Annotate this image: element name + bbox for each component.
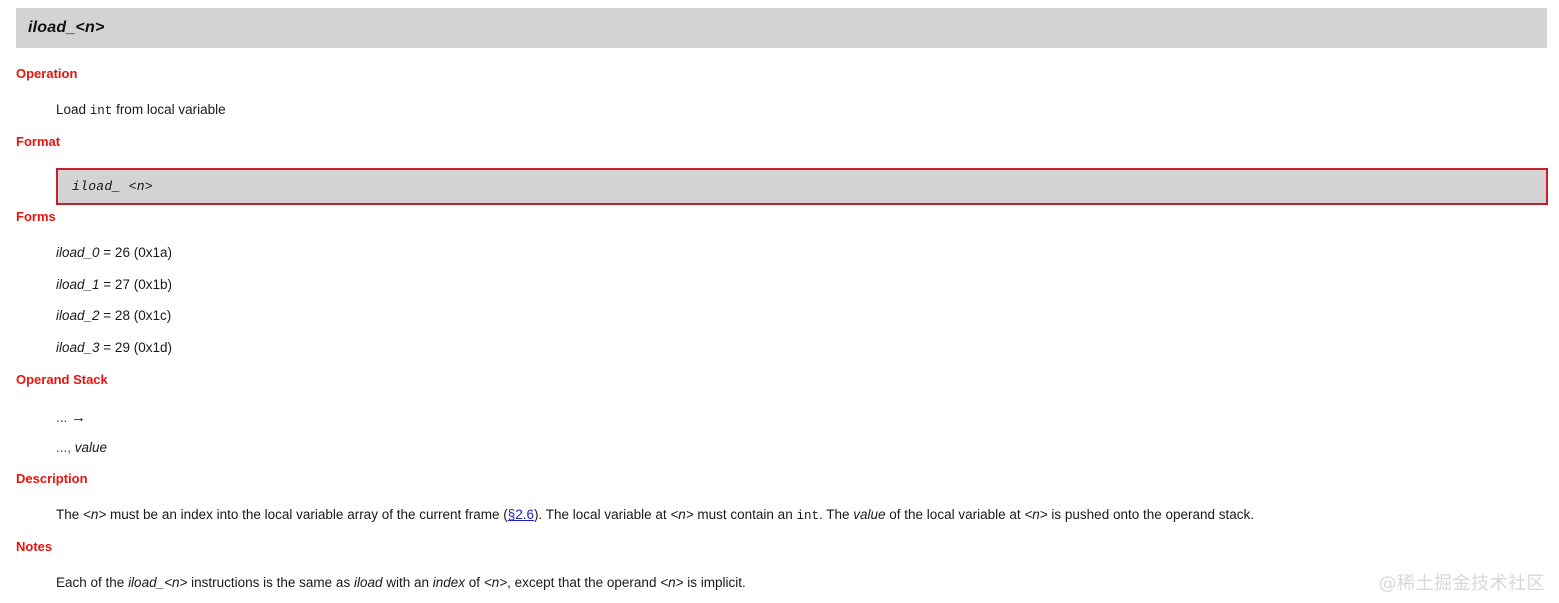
notes-text-4: of: [465, 575, 484, 590]
operand-stack-ellipsis-prefix: ...,: [56, 440, 75, 455]
site-watermark: @稀土掘金技术社区: [1378, 573, 1545, 594]
form-item-value: = 29 (0x1d): [99, 340, 172, 355]
description-paragraph: The <n> must be an index into the local …: [56, 507, 1254, 523]
notes-text-2: instructions is the same as: [187, 575, 354, 590]
format-code-box: iload_ <n>: [56, 168, 1548, 205]
section-heading-forms: Forms: [16, 209, 56, 224]
operation-text-post: from local variable: [112, 102, 226, 117]
notes-text-3: with an: [382, 575, 433, 590]
operand-stack-ellipsis: ...: [56, 410, 68, 425]
right-arrow-icon: →: [71, 409, 87, 426]
desc-value-term: value: [853, 507, 886, 522]
notes-text-6: is implicit.: [683, 575, 746, 590]
desc-text-5: . The: [818, 507, 854, 522]
section-2-6-link[interactable]: §2.6: [508, 507, 534, 522]
section-heading-notes: Notes: [16, 539, 53, 554]
notes-iload-name: iload: [353, 575, 383, 590]
desc-text-6: of the local variable at: [885, 507, 1025, 522]
section-heading-operation: Operation: [16, 66, 78, 81]
form-item: iload_0 = 26 (0x1a): [56, 245, 172, 260]
section-heading-operand-stack: Operand Stack: [16, 372, 108, 387]
form-item: iload_2 = 28 (0x1c): [56, 308, 171, 323]
desc-text-2: must be an index into the local variable…: [106, 507, 508, 522]
form-item-name: iload_3: [56, 340, 100, 355]
notes-text-1: Each of the: [56, 575, 129, 590]
form-item-value: = 26 (0x1a): [99, 245, 172, 260]
notes-n-placeholder: <n>: [483, 575, 508, 590]
notes-index-term: index: [432, 575, 466, 590]
format-code-text: iload_ <n>: [72, 179, 154, 194]
form-item-name: iload_1: [56, 277, 100, 292]
form-item: iload_1 = 27 (0x1b): [56, 277, 172, 292]
form-item-name: iload_0: [56, 245, 100, 260]
desc-text-7: is pushed onto the operand stack.: [1047, 507, 1255, 522]
section-heading-format: Format: [16, 134, 61, 149]
operand-stack-value: value: [74, 440, 108, 455]
operand-stack-before: ... →: [56, 409, 86, 426]
form-item-name: iload_2: [56, 308, 100, 323]
notes-text-5: , except that the operand: [507, 575, 661, 590]
form-item-value: = 28 (0x1c): [99, 308, 172, 323]
desc-n-placeholder: <n>: [83, 507, 107, 522]
desc-n-placeholder: <n>: [1024, 507, 1048, 522]
notes-paragraph: Each of the iload_<n> instructions is th…: [56, 575, 746, 590]
desc-n-placeholder: <n>: [670, 507, 694, 522]
page-title: iload_<n>: [28, 19, 105, 36]
operation-type-int: int: [89, 104, 113, 118]
form-item-value: = 27 (0x1b): [99, 277, 172, 292]
form-item: iload_3 = 29 (0x1d): [56, 340, 172, 355]
notes-iload-n-name: iload_: [128, 575, 165, 590]
desc-text-3: ). The local variable at: [534, 507, 671, 522]
notes-n-placeholder: <n>: [660, 575, 684, 590]
operand-stack-after: ..., value: [56, 440, 107, 455]
operation-text-pre: Load: [56, 102, 90, 117]
notes-n-placeholder: <n>: [164, 575, 188, 590]
desc-type-int: int: [796, 509, 819, 523]
desc-text-1: The: [56, 507, 84, 522]
instruction-header-bar: iload_<n>: [16, 8, 1547, 48]
section-heading-description: Description: [16, 471, 88, 486]
operation-description: Load int from local variable: [56, 102, 226, 118]
desc-text-4: must contain an: [693, 507, 797, 522]
